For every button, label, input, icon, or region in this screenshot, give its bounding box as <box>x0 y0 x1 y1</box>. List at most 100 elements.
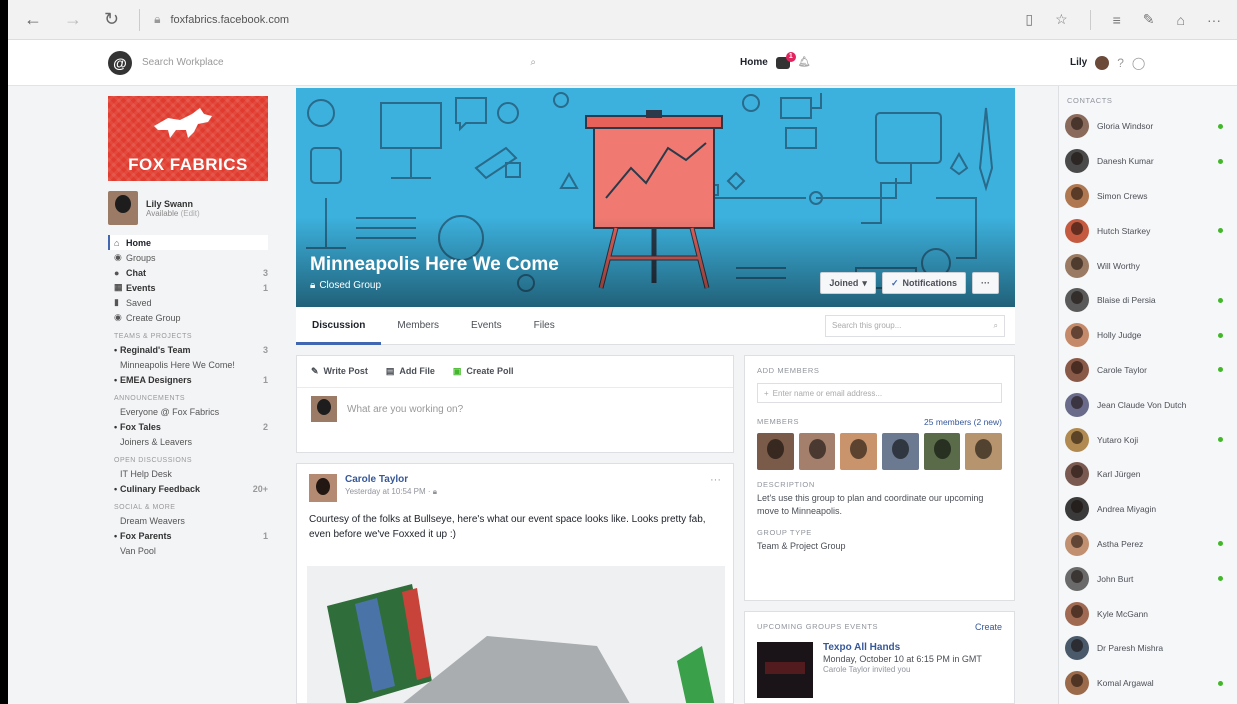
contact-item[interactable]: Gloria Windsor <box>1059 109 1237 144</box>
contact-item[interactable]: Komal Argawal <box>1059 666 1237 701</box>
event-item[interactable]: Texpo All Hands Monday, October 10 at 6:… <box>757 642 1002 698</box>
favorite-star-icon[interactable]: ☆ <box>1055 11 1068 28</box>
tab-members[interactable]: Members <box>381 307 455 345</box>
sidebar-group-item[interactable]: Dream Weavers <box>108 513 268 528</box>
sidebar-group-item[interactable]: Joiners & Leavers <box>108 434 268 449</box>
sidebar-group-item[interactable]: IT Help Desk <box>108 466 268 481</box>
sidebar-group-item[interactable]: • Culinary Feedback 20+ <box>108 481 268 496</box>
post-image[interactable] <box>307 566 725 703</box>
url-text[interactable]: foxfabrics.facebook.com <box>170 14 289 26</box>
contact-item[interactable]: Dr Paresh Mishra <box>1059 631 1237 666</box>
sidebar-group-item[interactable]: • Reginald's Team 3 <box>108 342 268 357</box>
sidebar-item-home[interactable]: ⌂ Home <box>108 235 268 250</box>
brand-banner[interactable]: FOX FABRICS <box>108 96 268 181</box>
group-search-input[interactable]: Search this group... ⌕ <box>825 314 1005 337</box>
more-button[interactable]: ··· <box>972 272 999 294</box>
add-members-input[interactable]: + Enter name or email address... <box>757 383 1002 403</box>
divider <box>1089 9 1091 30</box>
author-avatar[interactable] <box>309 474 337 502</box>
sidebar-item-groups[interactable]: ◉ Groups <box>108 250 268 265</box>
create-event-link[interactable]: Create <box>975 622 1002 632</box>
help-icon[interactable]: ? <box>1117 56 1124 70</box>
contact-avatar <box>1065 357 1089 382</box>
sidebar-group-item[interactable]: • Fox Tales 2 <box>108 419 268 434</box>
hub-icon[interactable]: ≡ <box>1113 12 1121 28</box>
create-poll-button[interactable]: ▣ Create Poll <box>453 366 514 377</box>
event-thumbnail[interactable] <box>757 642 813 698</box>
web-note-icon[interactable]: ✎ <box>1143 11 1155 28</box>
avatar[interactable] <box>1095 55 1110 70</box>
contact-item[interactable]: Simon Crews <box>1059 179 1237 214</box>
search-workplace[interactable]: Search Workplace ⌕ <box>142 51 542 75</box>
post-time[interactable]: Yesterday at 10:54 PM · 🔒︎ <box>345 487 437 497</box>
reading-view-icon[interactable]: ▯ <box>1025 11 1033 28</box>
chat-icon[interactable]: 1 <box>775 51 796 69</box>
search-icon[interactable]: ⌕ <box>994 321 998 331</box>
member-avatar[interactable] <box>798 433 836 470</box>
search-placeholder[interactable]: Search Workplace <box>142 57 224 68</box>
member-avatar[interactable] <box>923 433 961 470</box>
composer-input[interactable]: What are you working on? <box>297 388 733 430</box>
contact-item[interactable]: Blaise di Persia <box>1059 283 1237 318</box>
contact-item[interactable]: Holly Judge <box>1059 318 1237 353</box>
refresh-icon[interactable]: ↻ <box>104 9 119 30</box>
contact-item[interactable]: Jean Claude Von Dutch <box>1059 387 1237 422</box>
write-post-button[interactable]: ✎ Write Post <box>311 366 368 377</box>
contact-item[interactable]: Karl Jürgen <box>1059 457 1237 492</box>
sidebar-item-label: Everyone @ Fox Fabrics <box>120 406 220 417</box>
profile-card[interactable]: Lily Swann Available (Edit) <box>108 191 268 225</box>
share-icon[interactable]: ⌂ <box>1177 12 1185 28</box>
contact-item[interactable]: Carole Taylor <box>1059 353 1237 388</box>
group-search-placeholder[interactable]: Search this group... <box>832 321 901 330</box>
member-avatar[interactable] <box>840 433 878 470</box>
back-icon[interactable]: ← <box>24 9 42 30</box>
event-title[interactable]: Texpo All Hands <box>823 642 982 653</box>
member-avatar[interactable] <box>965 433 1003 470</box>
workplace-logo[interactable]: @ <box>108 50 132 75</box>
notifications-button[interactable]: ✓ Notifications <box>881 272 966 294</box>
sidebar-item-saved[interactable]: ▮ Saved <box>108 295 268 310</box>
profile-avatar[interactable] <box>108 191 138 225</box>
contact-item[interactable]: Danesh Kumar <box>1059 144 1237 179</box>
user-name[interactable]: Lily <box>1070 57 1087 68</box>
contact-item[interactable]: Kyle McGann <box>1059 596 1237 631</box>
home-link[interactable]: Home <box>740 57 768 68</box>
member-avatar[interactable] <box>757 433 794 470</box>
post-author[interactable]: Carole Taylor <box>345 474 437 485</box>
forward-icon[interactable]: → <box>64 9 82 30</box>
address-bar[interactable]: 🔒︎ foxfabrics.facebook.com <box>139 8 289 31</box>
sidebar-group-item[interactable]: Everyone @ Fox Fabrics <box>108 404 268 419</box>
edit-status-link[interactable]: (Edit) <box>181 209 200 218</box>
sidebar-group-item[interactable]: • EMEA Designers 1 <box>108 372 268 387</box>
tab-events[interactable]: Events <box>455 307 518 345</box>
contact-item[interactable]: Yutaro Koji <box>1059 422 1237 457</box>
contact-item[interactable]: Hutch Starkey <box>1059 213 1237 248</box>
contact-name: Carole Taylor <box>1097 364 1147 375</box>
post-more-icon[interactable]: ··· <box>710 474 721 502</box>
sidebar-item-create-group[interactable]: ◉ Create Group <box>108 310 268 325</box>
members-count-link[interactable]: 25 members (2 new) <box>924 417 1002 427</box>
sidebar-group-item[interactable]: Minneapolis Here We Come! <box>108 357 268 372</box>
sidebar-item-chat[interactable]: ● Chat 3 <box>108 265 268 280</box>
search-icon[interactable]: ⌕ <box>530 57 536 68</box>
tab-files[interactable]: Files <box>518 307 571 345</box>
contact-item[interactable]: Astha Perez <box>1059 527 1237 562</box>
contact-item[interactable]: Will Worthy <box>1059 248 1237 283</box>
tab-discussion[interactable]: Discussion <box>296 307 382 345</box>
post-composer: ✎ Write Post ▤ Add File ▣ Create Poll What … <box>296 355 734 453</box>
add-members-placeholder[interactable]: Enter name or email address... <box>773 389 882 398</box>
joined-button[interactable]: Joined ▾ <box>820 272 876 294</box>
sidebar-group-item[interactable]: Van Pool <box>108 543 268 558</box>
composer-placeholder[interactable]: What are you working on? <box>347 404 463 415</box>
more-icon[interactable]: ··· <box>1207 12 1221 28</box>
group-type-label: GROUP TYPE <box>757 528 812 537</box>
member-avatar[interactable] <box>882 433 919 470</box>
sidebar-item-events[interactable]: ▦ Events 1 <box>108 280 268 295</box>
contact-item[interactable]: Andrea Miyagin <box>1059 492 1237 527</box>
sidebar-group-item[interactable]: • Fox Parents 1 <box>108 528 268 543</box>
profile-name[interactable]: Lily Swann <box>146 199 200 209</box>
settings-icon[interactable]: ◯ <box>1132 56 1145 70</box>
contact-item[interactable]: John Burt <box>1059 561 1237 596</box>
add-file-button[interactable]: ▤ Add File <box>386 366 435 377</box>
bell-icon[interactable]: 🔔︎ <box>798 57 811 68</box>
